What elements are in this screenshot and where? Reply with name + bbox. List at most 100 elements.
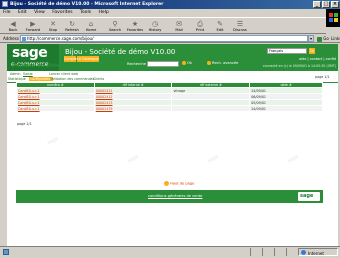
subnav-lancer-client[interactable]: Lancer client web	[49, 72, 78, 76]
cell-ref-externe	[171, 105, 251, 112]
title-bar: Bijou - Société de démo V10.00 - Microso…	[0, 0, 340, 9]
home-icon: ⌂	[88, 20, 94, 28]
go-bullet-icon	[182, 61, 186, 65]
discuss-icon: ☰	[236, 20, 244, 28]
refresh-icon: ↻	[69, 20, 75, 28]
search-icon: ⚲	[112, 20, 118, 28]
back-button[interactable]: ◀ Back	[4, 19, 22, 34]
watermark: sage	[206, 153, 220, 165]
status-divider	[250, 248, 251, 256]
basket-link[interactable]: CandE0-u-r-1	[18, 107, 40, 111]
left-frame-edge	[0, 44, 7, 246]
maximize-button[interactable]: □	[322, 1, 330, 8]
go-arrow-icon	[317, 36, 322, 42]
address-label: Address	[3, 36, 19, 41]
back-icon: ◀	[10, 20, 16, 28]
browser-window: Bijou - Société de démo V10.00 - Microso…	[0, 0, 340, 256]
mail-button[interactable]: ✉ Mail	[170, 19, 188, 34]
print-button[interactable]: ⎙ Print	[191, 19, 209, 34]
menu-file[interactable]: File	[3, 10, 11, 15]
menu-edit[interactable]: Edit	[18, 10, 27, 15]
go-button[interactable]: Go	[317, 35, 329, 42]
status-divider	[274, 248, 275, 256]
address-bar: Address http://commerce.sage.com/bijou/ …	[0, 34, 340, 43]
menu-bar: File Edit View Favorites Tools Help	[0, 9, 340, 17]
edit-icon: ✎	[217, 20, 223, 28]
discuss-button[interactable]: ☰ Discuss	[231, 19, 249, 34]
menu-tools[interactable]: Tools	[80, 10, 91, 15]
tab-compte[interactable]: Compte	[64, 56, 77, 62]
session-info: connecté en (c) le 09/09/01 à 14:05:30 (…	[262, 64, 336, 68]
cell-date: 24/09/01	[249, 105, 323, 112]
ref-link[interactable]: 00002412	[96, 95, 113, 99]
page-icon	[22, 37, 26, 41]
baskets-table: numéro # réf interne # réf externe # dat…	[16, 82, 323, 112]
menu-favorites[interactable]: Favorites	[52, 10, 72, 15]
adv-bullet-icon	[207, 61, 211, 65]
cell-numero[interactable]: CandE0-u-r-1	[16, 105, 95, 112]
search-go-button[interactable]: Ok	[182, 61, 192, 65]
status-bar: Internet	[0, 246, 340, 256]
subnav-clients[interactable]: Clients	[93, 77, 104, 81]
edit-button[interactable]: ✎ Edit	[211, 19, 229, 34]
refresh-button[interactable]: ↻ Refresh	[63, 19, 81, 34]
search-label: Recherche :	[127, 62, 149, 66]
watermark: sage	[126, 153, 140, 165]
print-icon: ⎙	[197, 20, 203, 28]
back-to-top-link[interactable]: Haut de page	[164, 181, 194, 186]
language-ok-button[interactable]: Ok	[309, 48, 315, 54]
language-select[interactable]: Français	[267, 48, 307, 54]
close-button[interactable]: ×	[331, 1, 339, 8]
search-button[interactable]: ⚲ Search	[106, 19, 124, 34]
page-title: Paniers en Attente	[12, 63, 71, 69]
address-input[interactable]: http://commerce.sage.com/bijou/	[20, 35, 308, 42]
ie-app-icon	[2, 1, 8, 7]
search-input[interactable]	[147, 61, 179, 67]
subnav-statistique[interactable]: Statistique	[8, 77, 26, 81]
ref-link[interactable]: 00002411	[96, 89, 113, 93]
top-links[interactable]: aide | contact | confid	[299, 57, 336, 61]
address-dropdown-button[interactable]: ▾	[308, 35, 314, 42]
cell-ref-interne[interactable]: 00002479	[93, 105, 173, 112]
minimize-button[interactable]: _	[313, 1, 321, 8]
pager-bottom: page 1/1	[17, 122, 32, 126]
home-button[interactable]: ⌂ Home	[82, 19, 100, 34]
window-title: Bijou - Société de démo V10.00 - Microso…	[10, 2, 164, 7]
cgv-link[interactable]: conditions générales de vente	[148, 194, 202, 198]
site-title: Bijou - Société de démo V10.00	[65, 48, 176, 56]
tab-catalogue[interactable]: Le Catalogue	[77, 56, 99, 62]
subnav-saisie[interactable]: Saisie	[23, 72, 33, 76]
advanced-search-link[interactable]: Rech. avancée	[207, 61, 238, 65]
history-icon: ◷	[151, 20, 159, 28]
history-button[interactable]: ◷ History	[146, 19, 164, 34]
stop-icon: ✕	[50, 20, 56, 28]
globe-icon	[301, 250, 306, 255]
status-divider	[262, 248, 263, 256]
page-status-icon	[3, 249, 9, 255]
pager-top: page 1/1	[315, 75, 330, 79]
windows-logo-icon	[326, 9, 340, 27]
ref-link[interactable]: 00002413	[96, 101, 113, 105]
forward-icon: ▶	[30, 20, 36, 28]
toolbar: ◀ Back ▶ Forward ✕ Stop ↻ Refresh ⌂ Home ⚲ Sea…	[0, 17, 326, 34]
up-arrow-icon	[164, 181, 169, 186]
security-zone[interactable]: Internet	[298, 248, 338, 256]
subnav-validation[interactable]: Validation des commandes	[50, 77, 94, 81]
status-divider	[286, 248, 287, 256]
forward-button[interactable]: ▶ Forward	[24, 19, 42, 34]
basket-link[interactable]: CandE0-u-r-1	[18, 101, 40, 105]
page-content: sage e-commerce Bijou - Société de démo …	[7, 44, 338, 246]
site-footer: conditions générales de vente sage	[16, 190, 323, 203]
ref-link[interactable]: 00002479	[96, 107, 113, 111]
basket-link[interactable]: CandE0-u-r-1	[18, 95, 40, 99]
basket-link[interactable]: CandE0-u-r-1	[18, 89, 40, 93]
footer-sage-logo: sage	[298, 192, 320, 201]
subnav-admin[interactable]: Admin	[10, 72, 21, 76]
menu-view[interactable]: View	[34, 10, 45, 15]
menu-help[interactable]: Help	[99, 10, 109, 15]
favorites-button[interactable]: ★ Favorites	[126, 19, 144, 34]
watermark: sage	[46, 135, 60, 147]
links-button[interactable]: Links	[331, 34, 340, 43]
stop-button[interactable]: ✕ Stop	[44, 19, 62, 34]
mail-icon: ✉	[176, 20, 182, 28]
